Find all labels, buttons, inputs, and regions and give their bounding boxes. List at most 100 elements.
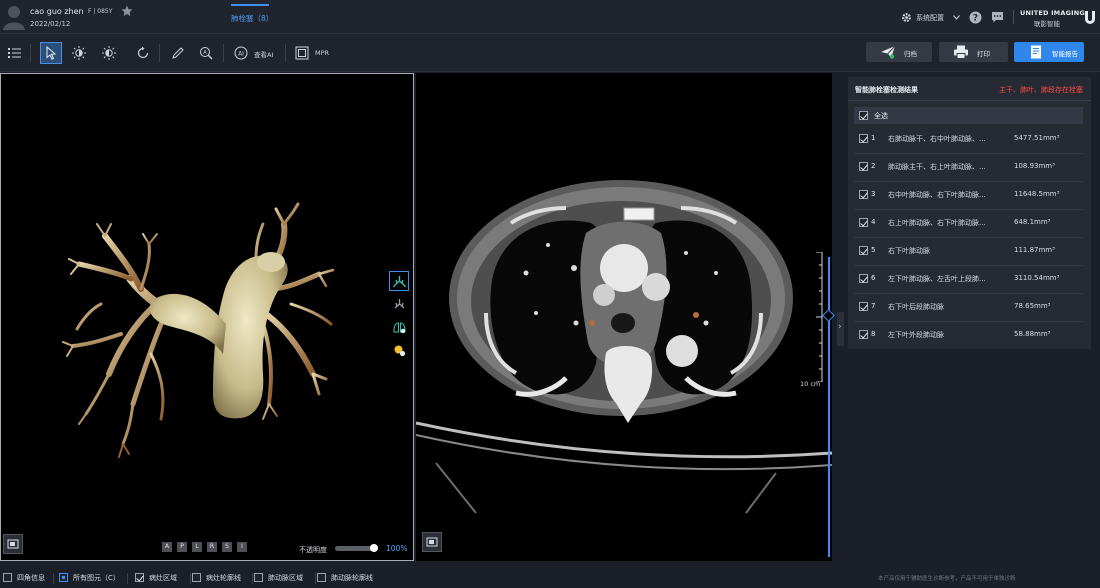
- list-icon: [8, 48, 21, 58]
- system-config-menu[interactable]: 系统配置: [901, 11, 961, 25]
- result-checkbox[interactable]: [859, 190, 868, 199]
- result-row[interactable]: 3 右中叶肺动脉、右下叶肺动脉... 11648.5mm³: [854, 181, 1083, 209]
- window-level-button[interactable]: [68, 42, 90, 64]
- brand-name-en: UNITED IMAGING: [1020, 9, 1085, 17]
- orientation-button-r[interactable]: R: [207, 542, 217, 552]
- lesion-contour-checkbox[interactable]: [192, 573, 201, 582]
- brand-name-cn: 联影智能: [1034, 20, 1060, 28]
- result-volume: 108.93mm³: [1014, 162, 1055, 170]
- opacity-slider-handle[interactable]: [370, 544, 378, 552]
- viewport-ct-axial[interactable]: [416, 73, 832, 561]
- ai-circle-icon: AI: [234, 46, 248, 60]
- artery-region-checkbox[interactable]: [254, 573, 263, 582]
- result-checkbox[interactable]: [859, 246, 868, 255]
- help-icon[interactable]: ?: [969, 11, 982, 24]
- result-volume: 11648.5mm³: [1014, 190, 1060, 198]
- result-checkbox[interactable]: [859, 274, 868, 283]
- viewport-3d[interactable]: [0, 73, 414, 561]
- measure-button[interactable]: [167, 42, 189, 64]
- orientation-button-a[interactable]: A: [162, 542, 172, 552]
- list-menu-button[interactable]: [3, 42, 25, 64]
- archive-button[interactable]: 归档: [866, 42, 932, 62]
- ai-magnify-button[interactable]: A: [195, 42, 217, 64]
- result-row[interactable]: 6 左下叶肺动脉、左舌叶上段肺... 3110.54mm³: [854, 265, 1083, 293]
- result-row[interactable]: 7 右下叶后段肺动脉 78.65mm³: [854, 293, 1083, 321]
- view-ai-button[interactable]: AI: [230, 42, 252, 64]
- avatar-icon[interactable]: [2, 4, 26, 30]
- select-all-row[interactable]: 全选: [854, 107, 1083, 124]
- window-preset-button[interactable]: [98, 42, 120, 64]
- slice-scroll-track[interactable]: [828, 257, 830, 557]
- result-index: 5: [871, 246, 876, 254]
- lesion-region-checkbox[interactable]: [135, 573, 144, 582]
- cursor-icon: [46, 45, 57, 60]
- orientation-button-s[interactable]: S: [222, 542, 232, 552]
- tab-active-indicator: [231, 4, 269, 6]
- toolbar-divider: [285, 44, 286, 62]
- print-label: 打印: [977, 50, 990, 58]
- orientation-button-i[interactable]: I: [237, 542, 247, 552]
- magnifier-ai-icon: A: [200, 47, 213, 60]
- result-location: 右下叶后段肺动脉: [888, 303, 944, 311]
- orientation-button-p[interactable]: P: [177, 542, 187, 552]
- print-button[interactable]: 打印: [939, 42, 1008, 62]
- pointer-tool-button[interactable]: [40, 42, 62, 64]
- result-row[interactable]: 2 肺动脉主干、右上叶肺动脉、... 108.93mm³: [854, 153, 1083, 181]
- snapshot-button-left[interactable]: [3, 534, 23, 554]
- select-all-checkbox[interactable]: [859, 111, 868, 120]
- contrast-preset-icon: [102, 46, 116, 60]
- svg-text:AI: AI: [238, 50, 244, 57]
- panel-collapse-toggle[interactable]: ›: [837, 312, 844, 346]
- toolbar-divider: [30, 44, 31, 62]
- lung-lobe-icon: [392, 321, 406, 333]
- result-volume: 78.65mm³: [1014, 302, 1051, 310]
- toggle-lesion-contour[interactable]: 病灶轮廓线: [192, 572, 252, 584]
- artery-contour-checkbox[interactable]: [317, 573, 326, 582]
- artery-contour-label: 肺动脉轮廓线: [331, 574, 373, 582]
- toolbar-divider: [223, 44, 224, 62]
- contrast-sun-icon: [72, 46, 86, 60]
- result-volume: 111.87mm³: [1014, 246, 1055, 254]
- render-mode-lesion-button[interactable]: [389, 340, 409, 360]
- toggle-artery-region[interactable]: 肺动脉区域: [254, 572, 314, 584]
- result-checkbox[interactable]: [859, 330, 868, 339]
- toggle-corner-info[interactable]: 四角信息: [3, 572, 53, 584]
- snapshot-button-right[interactable]: [422, 532, 442, 552]
- mpr-label[interactable]: MPR: [315, 49, 329, 57]
- render-mode-tree-button[interactable]: [389, 294, 409, 314]
- result-location: 右下叶肺动脉: [888, 247, 930, 255]
- star-icon[interactable]: [121, 5, 133, 17]
- lesion-marker-icon: [394, 345, 405, 356]
- all-primitives-checkbox[interactable]: [59, 573, 68, 582]
- result-row[interactable]: 5 右下叶肺动脉 111.87mm³: [854, 237, 1083, 265]
- orientation-button-l[interactable]: L: [192, 542, 202, 552]
- tab-pulmonary-embolism[interactable]: 肺栓塞（8）: [231, 4, 273, 27]
- smart-report-button[interactable]: 智能报告: [1014, 42, 1084, 62]
- result-checkbox[interactable]: [859, 162, 868, 171]
- toggle-artery-contour[interactable]: 肺动脉轮廓线: [317, 572, 385, 584]
- opacity-label: 不透明度: [299, 546, 327, 554]
- result-row[interactable]: 8 左下叶外段肺动脉 58.88mm³: [854, 321, 1083, 349]
- corner-info-checkbox[interactable]: [3, 573, 12, 582]
- result-checkbox[interactable]: [859, 302, 868, 311]
- result-location: 肺动脉主干、右上叶肺动脉、...: [888, 163, 986, 171]
- mpr-button[interactable]: [291, 42, 313, 64]
- panel-header: 智能肺栓塞检测结果 主干、肺叶、肺段存在栓塞: [848, 77, 1091, 101]
- result-row[interactable]: 4 右上叶肺动脉、右下叶肺动脉... 648.1mm³: [854, 209, 1083, 237]
- render-mode-lung-button[interactable]: [389, 317, 409, 337]
- result-row[interactable]: 1 右肺动脉干、右中叶肺动脉、... 5477.51mm³: [854, 125, 1083, 153]
- result-index: 6: [871, 274, 876, 282]
- toggle-lesion-region[interactable]: 病灶区域: [135, 572, 187, 584]
- message-icon[interactable]: [991, 11, 1004, 24]
- all-primitives-label: 所有图元（C）: [73, 574, 120, 582]
- toggle-all-primitives[interactable]: 所有图元（C）: [59, 572, 125, 584]
- reset-button[interactable]: [132, 42, 154, 64]
- result-checkbox[interactable]: [859, 218, 868, 227]
- printer-icon: [954, 45, 968, 59]
- result-checkbox[interactable]: [859, 134, 868, 143]
- render-mode-vessel-button[interactable]: [389, 271, 409, 291]
- artery-region-label: 肺动脉区域: [268, 574, 303, 582]
- view-ai-label[interactable]: 查看AI: [254, 49, 273, 59]
- svg-text:?: ?: [973, 14, 978, 24]
- brand-logo-icon: [1085, 11, 1095, 24]
